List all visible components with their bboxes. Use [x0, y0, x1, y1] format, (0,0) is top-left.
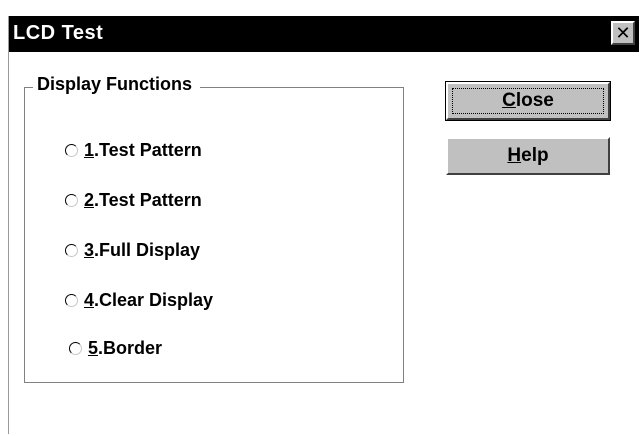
display-functions-group: Display Functions 1.Test Pattern 2.Test … — [24, 74, 404, 383]
radio-button-unchecked-icon[interactable] — [65, 144, 78, 157]
group-label: Display Functions — [33, 74, 201, 95]
radio-option-4[interactable]: 4.Clear Display — [65, 290, 213, 311]
radio-button-unchecked-icon[interactable] — [65, 294, 78, 307]
radio-label-3: 3.Full Display — [84, 240, 201, 260]
radio-option-5[interactable]: 5.Border — [69, 338, 162, 359]
title-bar[interactable]: LCD Test ✕ — [9, 16, 639, 52]
radio-button-unchecked-icon[interactable] — [65, 194, 78, 207]
window-title: LCD Test — [13, 22, 104, 44]
window-close-button[interactable]: ✕ — [611, 21, 635, 45]
radio-label-2: 2.Test Pattern — [84, 190, 202, 210]
help-button[interactable]: Help — [446, 137, 610, 175]
radio-label-5: 5.Border — [88, 338, 163, 358]
close-icon: ✕ — [615, 23, 631, 43]
lcd-test-dialog: LCD Test ✕ Display Functions 1.Test Patt… — [8, 16, 639, 434]
radio-option-2[interactable]: 2.Test Pattern — [65, 190, 202, 211]
radio-label-4: 4.Clear Display — [84, 290, 214, 310]
radio-option-1[interactable]: 1.Test Pattern — [65, 140, 202, 161]
close-button-label: Close — [502, 90, 554, 111]
help-button-label: Help — [507, 145, 549, 166]
radio-button-unchecked-icon[interactable] — [69, 342, 82, 355]
radio-button-unchecked-icon[interactable] — [65, 244, 78, 257]
radio-option-3[interactable]: 3.Full Display — [65, 240, 200, 261]
close-button[interactable]: Close — [445, 81, 611, 121]
radio-label-1: 1.Test Pattern — [84, 140, 202, 160]
